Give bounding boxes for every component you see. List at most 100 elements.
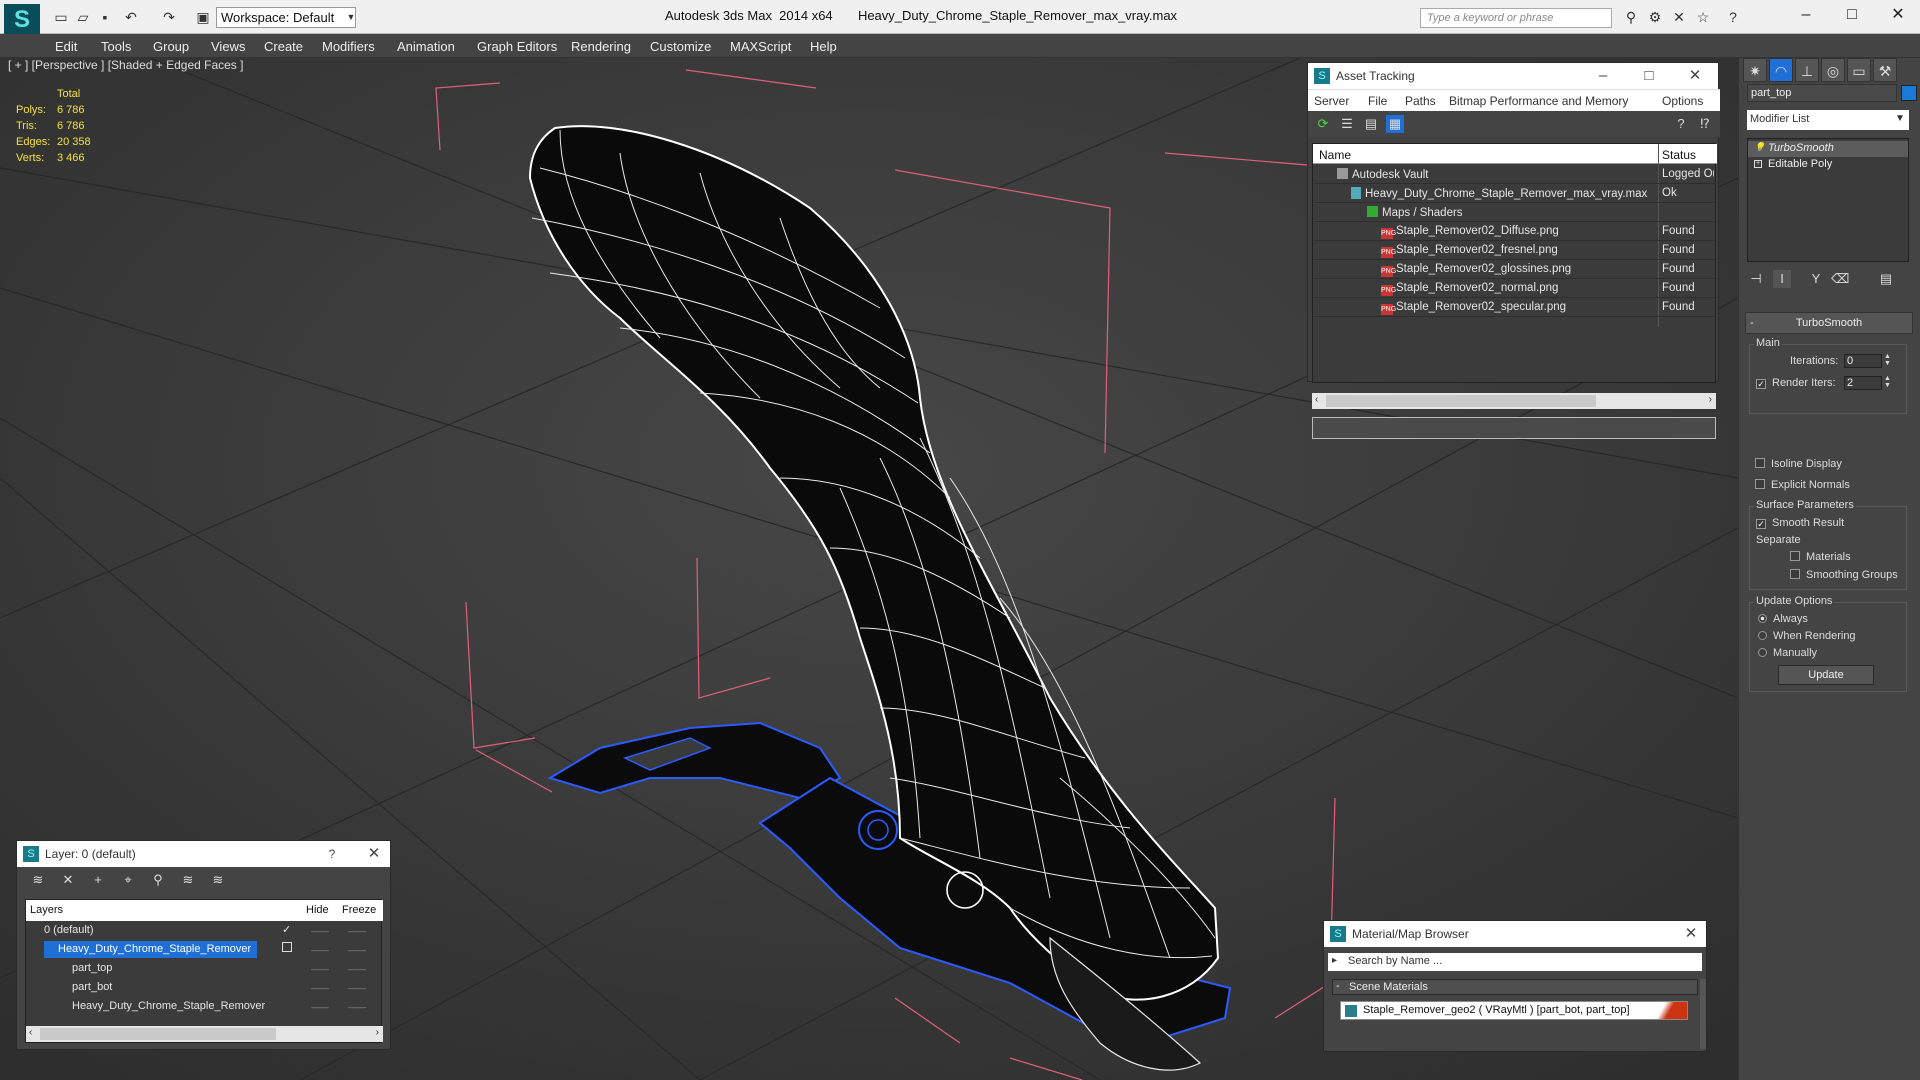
menu-help[interactable]: Help <box>810 39 837 54</box>
maximize-icon[interactable]: □ <box>1632 63 1666 89</box>
scrollbar-thumb[interactable] <box>1326 395 1596 407</box>
asset-path-field[interactable] <box>1312 417 1716 439</box>
expand-icon[interactable]: + <box>1754 160 1762 168</box>
asset-menu-file[interactable]: File <box>1368 94 1387 108</box>
add-to-layer-icon[interactable]: + <box>89 871 107 889</box>
utilities-tab-icon[interactable]: ⚒ <box>1873 58 1897 82</box>
make-unique-icon[interactable]: Y <box>1807 270 1825 288</box>
table-row[interactable]: Heavy_Duty_Chrome_Staple_Remover_max_vra… <box>1313 184 1717 203</box>
list-item[interactable]: Heavy_Duty_Chrome_Staple_Remover —— —— <box>26 940 383 959</box>
always-radio[interactable]: Always <box>1758 613 1808 625</box>
motion-tab-icon[interactable]: ◎ <box>1821 58 1845 82</box>
smoothing-groups-checkbox[interactable]: Smoothing Groups <box>1790 569 1898 581</box>
menu-views[interactable]: Views <box>211 39 245 54</box>
scroll-right-icon[interactable]: › <box>376 1027 379 1038</box>
material-search-input[interactable]: Search by Name ... <box>1328 953 1702 971</box>
freeze-toggle[interactable]: —— <box>348 1002 366 1012</box>
list-item[interactable]: part_bot —— —— <box>26 978 383 997</box>
freeze-toggle[interactable]: —— <box>348 983 366 993</box>
spinner-arrows-icon[interactable]: ▲ ▼ <box>1884 353 1891 367</box>
turbosmooth-rollout-header[interactable]: - TurboSmooth <box>1745 312 1913 334</box>
collapse-icon[interactable]: - <box>1336 980 1340 992</box>
column-freeze[interactable]: Freeze <box>342 904 376 916</box>
list-item[interactable]: Heavy_Duty_Chrome_Staple_Remover —— —— <box>26 997 383 1016</box>
remove-modifier-icon[interactable]: ⌫ <box>1831 270 1849 288</box>
hide-toggle[interactable]: —— <box>311 926 329 936</box>
explicit-normals-checkbox[interactable]: Explicit Normals <box>1755 479 1850 491</box>
menu-rendering[interactable]: Rendering <box>571 39 631 54</box>
object-name-field[interactable]: part_top <box>1747 84 1897 102</box>
minimize-icon[interactable]: – <box>1788 4 1824 26</box>
scroll-right-icon[interactable]: › <box>1709 394 1712 405</box>
freeze-toggle[interactable]: —— <box>348 926 366 936</box>
configure-sets-icon[interactable]: ▤ <box>1877 270 1895 288</box>
chevron-down-icon[interactable]: ▼ <box>344 7 358 28</box>
keyword-search-input[interactable]: Type a keyword or phrase <box>1420 8 1612 28</box>
scrollbar-thumb[interactable] <box>40 1028 276 1040</box>
viewport-label[interactable]: [ + ] [Perspective ] [Shaded + Edged Fac… <box>8 58 243 72</box>
delete-layer-icon[interactable]: ✕ <box>59 871 77 889</box>
freeze-all-icon[interactable]: ≋ <box>209 871 227 889</box>
subscription-icon[interactable]: ⚙ <box>1646 8 1664 26</box>
horizontal-scrollbar[interactable]: ‹ › <box>26 1026 383 1042</box>
search-arrow-icon[interactable]: ▸ <box>1332 955 1337 966</box>
table-view-icon[interactable]: ▤ <box>1362 115 1380 133</box>
help-icon[interactable]: ? <box>1724 8 1742 26</box>
material-item[interactable]: Staple_Remover_geo2 ( VRayMtl ) [part_bo… <box>1340 1001 1688 1020</box>
modifier-list-dropdown[interactable]: Modifier List ▼ <box>1747 110 1909 130</box>
table-row[interactable]: PNGStaple_Remover02_glossines.png Found <box>1313 260 1717 279</box>
favorites-star-icon[interactable]: ☆ <box>1694 8 1712 26</box>
manually-radio[interactable]: Manually <box>1758 647 1817 659</box>
modify-tab-icon[interactable]: ◠ <box>1769 58 1793 82</box>
menu-tools[interactable]: Tools <box>101 39 131 54</box>
column-hide[interactable]: Hide <box>306 904 329 916</box>
chevron-down-icon[interactable]: ▼ <box>1893 112 1907 126</box>
menu-customize[interactable]: Customize <box>650 39 711 54</box>
update-button[interactable]: Update <box>1778 665 1874 685</box>
menu-create[interactable]: Create <box>264 39 303 54</box>
workspace-dropdown[interactable]: Workspace: Default <box>216 7 356 28</box>
hide-toggle[interactable]: —— <box>311 945 329 955</box>
display-tab-icon[interactable]: ▭ <box>1847 58 1871 82</box>
save-file-icon[interactable]: ▪ <box>96 8 114 26</box>
table-row[interactable]: Maps / Shaders <box>1313 203 1717 222</box>
create-tab-icon[interactable]: ✷ <box>1743 58 1767 82</box>
column-name[interactable]: Name <box>1319 148 1351 162</box>
menu-edit[interactable]: Edit <box>55 39 77 54</box>
communication-icon[interactable]: ✕ <box>1670 8 1688 26</box>
hide-toggle[interactable]: —— <box>311 1002 329 1012</box>
minimize-icon[interactable]: – <box>1586 63 1620 89</box>
column-status[interactable]: Status <box>1662 148 1696 162</box>
list-item[interactable]: 0 (default) ✓ —— —— <box>26 921 383 940</box>
scene-materials-group[interactable]: Scene Materials <box>1332 979 1698 995</box>
vertical-scrollbar[interactable] <box>1700 979 1706 1049</box>
scroll-left-icon[interactable]: ‹ <box>29 1027 32 1038</box>
table-row[interactable]: PNGStaple_Remover02_Diffuse.png Found <box>1313 222 1717 241</box>
list-item[interactable]: part_top —— —— <box>26 959 383 978</box>
isoline-display-checkbox[interactable]: Isoline Display <box>1755 458 1842 470</box>
scroll-left-icon[interactable]: ‹ <box>1315 394 1318 405</box>
close-icon[interactable]: ✕ <box>1678 63 1712 89</box>
lightbulb-icon[interactable]: 💡 <box>1754 142 1765 153</box>
hide-toggle[interactable]: —— <box>311 964 329 974</box>
context-help-icon[interactable]: ⁉ <box>1696 115 1714 133</box>
menu-maxscript[interactable]: MAXScript <box>730 39 791 54</box>
asset-menu-bitmap-performance[interactable]: Bitmap Performance and Memory <box>1449 94 1628 108</box>
spinner-arrows-icon[interactable]: ▲ ▼ <box>1884 375 1891 389</box>
pin-stack-icon[interactable]: ⊣ <box>1747 270 1765 288</box>
table-row[interactable]: PNGStaple_Remover02_specular.png Found <box>1313 298 1717 317</box>
show-end-result-icon[interactable]: I <box>1773 270 1791 288</box>
object-color-swatch[interactable] <box>1901 85 1917 101</box>
freeze-toggle[interactable]: —— <box>348 945 366 955</box>
iterations-spinner[interactable]: 0 <box>1844 354 1882 368</box>
menu-group[interactable]: Group <box>153 39 189 54</box>
close-icon[interactable]: ✕ <box>357 841 391 867</box>
asset-menu-options[interactable]: Options <box>1662 94 1703 108</box>
render-iters-checkbox[interactable]: ✓ Render Iters: <box>1756 377 1836 389</box>
table-row[interactable]: Autodesk Vault Logged Out <box>1313 165 1717 184</box>
highlight-layer-icon[interactable]: ⚲ <box>149 871 167 889</box>
close-icon[interactable]: ✕ <box>1674 921 1708 947</box>
collapse-icon[interactable]: - <box>1750 313 1754 333</box>
list-view-icon[interactable]: ☰ <box>1338 115 1356 133</box>
asset-menu-server[interactable]: Server <box>1314 94 1349 108</box>
